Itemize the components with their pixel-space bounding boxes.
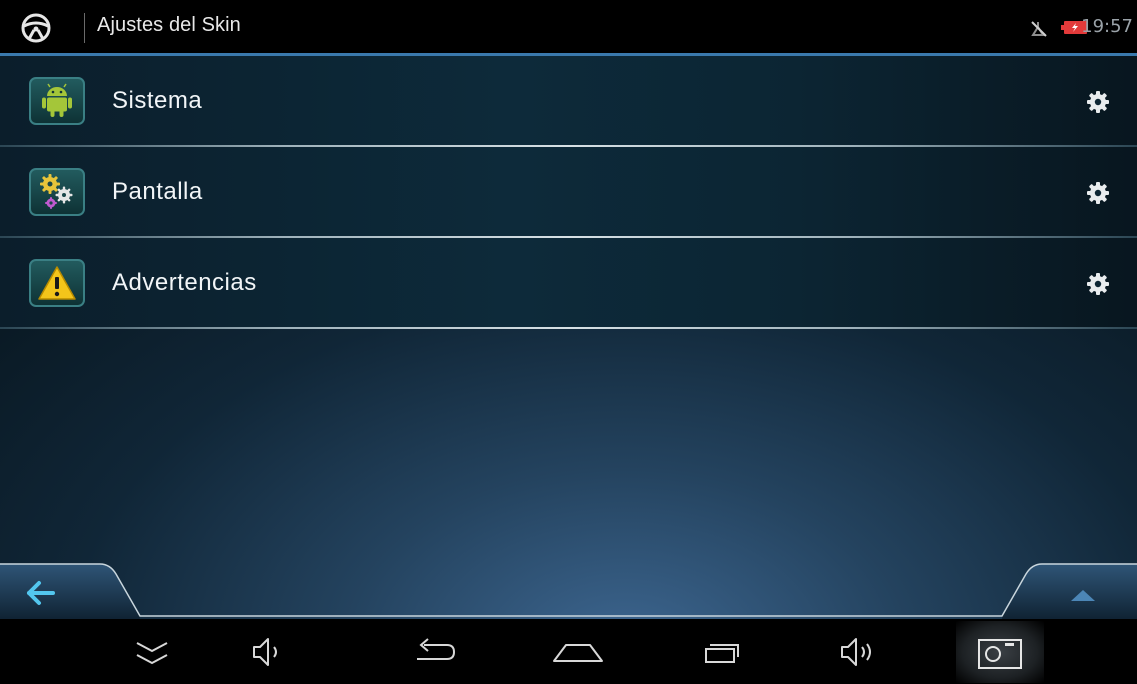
home-icon: [553, 644, 603, 662]
hide-bar-icon: [136, 642, 168, 665]
volume-down-button[interactable]: [240, 627, 300, 677]
volume-down-icon: [253, 638, 277, 666]
volume-up-button[interactable]: [832, 627, 892, 677]
back-system-button[interactable]: [402, 627, 462, 677]
system-navigation-bar: [0, 619, 1137, 684]
gps-off-icon: [1029, 19, 1049, 39]
screenshot-icon: [978, 639, 1022, 669]
status-bar: Ajustes del Skin 19:57: [0, 0, 1137, 56]
warning-icon: [29, 259, 85, 307]
menu-item-label: Sistema: [112, 87, 203, 114]
steering-wheel-icon[interactable]: [20, 12, 52, 44]
gear-icon[interactable]: [1086, 272, 1110, 296]
gear-icon[interactable]: [1086, 181, 1110, 205]
hide-bar-button[interactable]: [122, 627, 182, 677]
back-icon: [417, 638, 456, 660]
title-divider: [84, 13, 85, 43]
gear-icon[interactable]: [1086, 90, 1110, 114]
menu-item-label: Pantalla: [112, 178, 203, 205]
arrow-left-icon: [27, 581, 55, 605]
recent-apps-icon: [705, 644, 739, 663]
chevron-up-icon: [1071, 590, 1095, 601]
clock: 19:57: [1081, 16, 1133, 37]
gears-icon: [29, 168, 85, 216]
menu-item-pantalla[interactable]: Pantalla: [0, 147, 1137, 238]
bottom-navigation-strip: [0, 560, 1137, 620]
back-button[interactable]: [0, 563, 118, 619]
volume-up-icon: [841, 638, 871, 666]
android-icon: [29, 77, 85, 125]
menu-item-sistema[interactable]: Sistema: [0, 56, 1137, 147]
recent-apps-button[interactable]: [694, 627, 754, 677]
menu-item-advertencias[interactable]: Advertencias: [0, 238, 1137, 329]
screenshot-button[interactable]: [956, 621, 1044, 683]
page-title: Ajustes del Skin: [97, 14, 241, 36]
scroll-up-button[interactable]: [1020, 563, 1137, 619]
settings-list-area: Sistema Pantalla Advertencias: [0, 56, 1137, 619]
home-button[interactable]: [548, 627, 608, 677]
menu-item-label: Advertencias: [112, 269, 257, 296]
